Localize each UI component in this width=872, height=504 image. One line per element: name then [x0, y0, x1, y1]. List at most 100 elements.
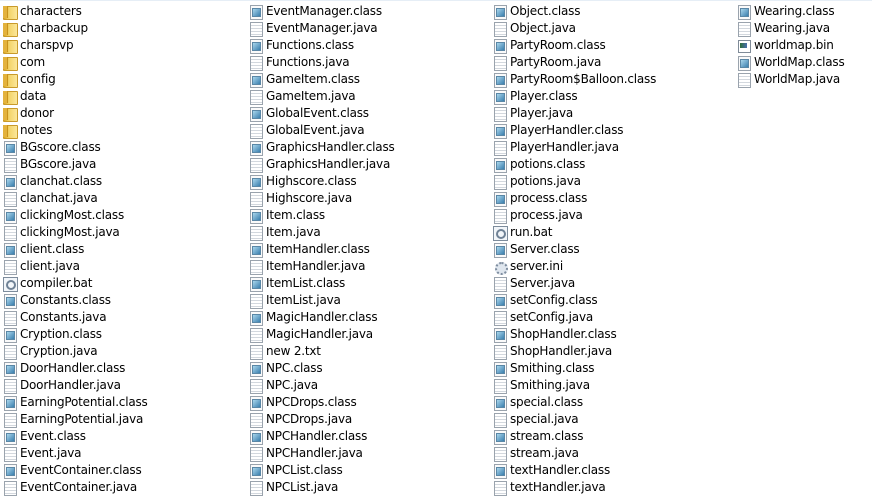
item-name: Functions.java	[266, 55, 350, 69]
item-name: stream.java	[510, 446, 579, 460]
file-item[interactable]: ItemList.java	[248, 292, 395, 309]
file-item[interactable]: GraphicsHandler.class	[248, 139, 395, 156]
file-item[interactable]: NPCDrops.class	[248, 394, 395, 411]
class-file-icon	[248, 463, 264, 479]
file-item[interactable]: Event.java	[2, 445, 148, 462]
file-item[interactable]: Wearing.java	[736, 20, 845, 37]
file-item[interactable]: ItemHandler.class	[248, 241, 395, 258]
item-name: clanchat.java	[20, 191, 98, 205]
file-item[interactable]: new 2.txt	[248, 343, 395, 360]
file-item[interactable]: clanchat.class	[2, 173, 148, 190]
file-item[interactable]: client.class	[2, 241, 148, 258]
file-item[interactable]: stream.java	[492, 445, 656, 462]
file-item[interactable]: Object.java	[492, 20, 656, 37]
file-item[interactable]: ItemHandler.java	[248, 258, 395, 275]
file-item[interactable]: NPC.java	[248, 377, 395, 394]
file-item[interactable]: Constants.java	[2, 309, 148, 326]
file-item[interactable]: PlayerHandler.java	[492, 139, 656, 156]
file-item[interactable]: Functions.java	[248, 54, 395, 71]
file-item[interactable]: WorldMap.class	[736, 54, 845, 71]
file-item[interactable]: clickingMost.java	[2, 224, 148, 241]
file-item[interactable]: Item.class	[248, 207, 395, 224]
item-name: new 2.txt	[266, 344, 321, 358]
folder-item[interactable]: com	[2, 54, 148, 71]
file-item[interactable]: BGscore.java	[2, 156, 148, 173]
file-item[interactable]: Cryption.class	[2, 326, 148, 343]
class-file-icon	[492, 191, 508, 207]
file-item[interactable]: clanchat.java	[2, 190, 148, 207]
folder-item[interactable]: config	[2, 71, 148, 88]
file-item[interactable]: process.class	[492, 190, 656, 207]
file-item[interactable]: EventContainer.class	[2, 462, 148, 479]
file-item[interactable]: PlayerHandler.class	[492, 122, 656, 139]
file-item[interactable]: Wearing.class	[736, 3, 845, 20]
file-item[interactable]: Smithing.class	[492, 360, 656, 377]
file-item[interactable]: DoorHandler.class	[2, 360, 148, 377]
file-item[interactable]: run.bat	[492, 224, 656, 241]
file-item[interactable]: EarningPotential.java	[2, 411, 148, 428]
file-item[interactable]: setConfig.java	[492, 309, 656, 326]
file-item[interactable]: special.class	[492, 394, 656, 411]
file-item[interactable]: server.ini	[492, 258, 656, 275]
item-name: DoorHandler.java	[20, 378, 121, 392]
file-item[interactable]: Event.class	[2, 428, 148, 445]
file-item[interactable]: GlobalEvent.java	[248, 122, 395, 139]
file-item[interactable]: EventManager.java	[248, 20, 395, 37]
file-item[interactable]: GlobalEvent.class	[248, 105, 395, 122]
file-item[interactable]: NPC.class	[248, 360, 395, 377]
file-item[interactable]: Constants.class	[2, 292, 148, 309]
file-item[interactable]: Highscore.class	[248, 173, 395, 190]
file-item[interactable]: PartyRoom.java	[492, 54, 656, 71]
file-item[interactable]: Highscore.java	[248, 190, 395, 207]
file-item[interactable]: ShopHandler.java	[492, 343, 656, 360]
file-item[interactable]: DoorHandler.java	[2, 377, 148, 394]
file-item[interactable]: worldmap.bin	[736, 37, 845, 54]
file-item[interactable]: EventManager.class	[248, 3, 395, 20]
file-item[interactable]: NPCList.class	[248, 462, 395, 479]
file-item[interactable]: WorldMap.java	[736, 71, 845, 88]
folder-item[interactable]: donor	[2, 105, 148, 122]
file-item[interactable]: GraphicsHandler.java	[248, 156, 395, 173]
file-item[interactable]: EarningPotential.class	[2, 394, 148, 411]
file-item[interactable]: Object.class	[492, 3, 656, 20]
folder-item[interactable]: notes	[2, 122, 148, 139]
file-item[interactable]: MagicHandler.class	[248, 309, 395, 326]
file-item[interactable]: PartyRoom$Balloon.class	[492, 71, 656, 88]
file-item[interactable]: GameItem.class	[248, 71, 395, 88]
file-item[interactable]: NPCList.java	[248, 479, 395, 496]
file-item[interactable]: textHandler.class	[492, 462, 656, 479]
file-item[interactable]: compiler.bat	[2, 275, 148, 292]
file-item[interactable]: Cryption.java	[2, 343, 148, 360]
class-file-icon	[248, 361, 264, 377]
file-item[interactable]: Functions.class	[248, 37, 395, 54]
folder-item[interactable]: data	[2, 88, 148, 105]
file-item[interactable]: MagicHandler.java	[248, 326, 395, 343]
file-item[interactable]: NPCDrops.java	[248, 411, 395, 428]
file-item[interactable]: EventContainer.java	[2, 479, 148, 496]
file-item[interactable]: Player.class	[492, 88, 656, 105]
file-item[interactable]: textHandler.java	[492, 479, 656, 496]
file-item[interactable]: stream.class	[492, 428, 656, 445]
folder-item[interactable]: charspvp	[2, 37, 148, 54]
file-item[interactable]: Player.java	[492, 105, 656, 122]
file-item[interactable]: BGscore.class	[2, 139, 148, 156]
file-item[interactable]: setConfig.class	[492, 292, 656, 309]
file-item[interactable]: potions.java	[492, 173, 656, 190]
file-item[interactable]: ItemList.class	[248, 275, 395, 292]
file-item[interactable]: Server.class	[492, 241, 656, 258]
file-item[interactable]: process.java	[492, 207, 656, 224]
file-item[interactable]: Smithing.java	[492, 377, 656, 394]
file-item[interactable]: potions.class	[492, 156, 656, 173]
folder-item[interactable]: characters	[2, 3, 148, 20]
file-item[interactable]: NPCHandler.java	[248, 445, 395, 462]
folder-item[interactable]: charbackup	[2, 20, 148, 37]
file-item[interactable]: ShopHandler.class	[492, 326, 656, 343]
file-item[interactable]: Server.java	[492, 275, 656, 292]
file-item[interactable]: GameItem.java	[248, 88, 395, 105]
file-item[interactable]: clickingMost.class	[2, 207, 148, 224]
file-item[interactable]: Item.java	[248, 224, 395, 241]
file-item[interactable]: client.java	[2, 258, 148, 275]
file-item[interactable]: NPCHandler.class	[248, 428, 395, 445]
file-item[interactable]: special.java	[492, 411, 656, 428]
file-item[interactable]: PartyRoom.class	[492, 37, 656, 54]
